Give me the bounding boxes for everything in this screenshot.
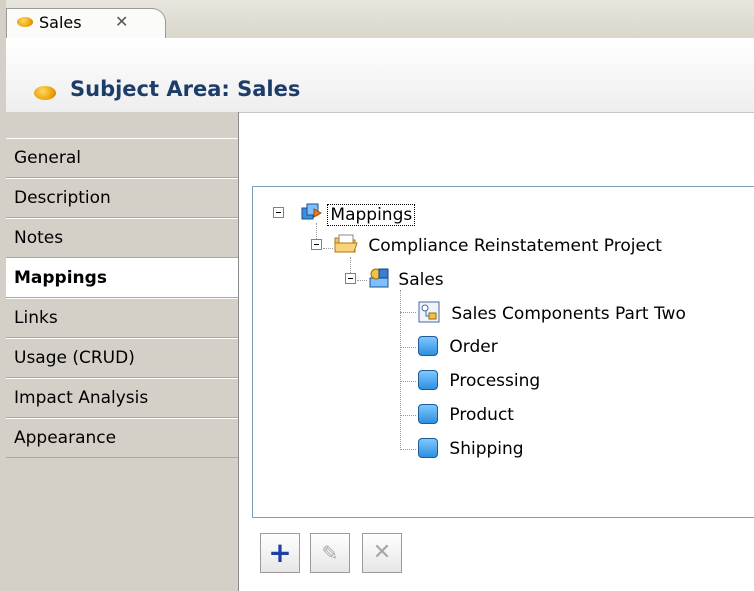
sidebar-item-appearance[interactable]: Appearance bbox=[6, 418, 238, 458]
sidebar-item-label: General bbox=[14, 148, 81, 168]
tree-node-diagram[interactable]: Sales Components Part Two bbox=[418, 301, 686, 324]
tab-sales[interactable]: Sales ✕ bbox=[6, 8, 166, 38]
close-icon[interactable]: ✕ bbox=[115, 12, 128, 31]
tree-node-label: Product bbox=[449, 405, 514, 425]
delete-button[interactable]: ✕ bbox=[362, 533, 402, 573]
tree-node-label: Compliance Reinstatement Project bbox=[368, 236, 662, 256]
tree-node-entity[interactable]: Order bbox=[418, 336, 498, 357]
tree-node-label: Processing bbox=[449, 371, 541, 391]
tree-connector bbox=[357, 280, 367, 281]
tree-connector bbox=[400, 312, 416, 313]
entity-icon bbox=[418, 336, 438, 356]
sidebar-item-notes[interactable]: Notes bbox=[6, 218, 238, 258]
sidebar-item-label: Mappings bbox=[14, 268, 107, 288]
sidebar: General Description Notes Mappings Links… bbox=[6, 112, 239, 591]
diagram-icon bbox=[418, 301, 440, 323]
collapse-icon[interactable] bbox=[273, 207, 284, 218]
tree-node-label: Sales Components Part Two bbox=[451, 304, 686, 324]
sidebar-item-usage-crud[interactable]: Usage (CRUD) bbox=[6, 338, 238, 378]
sidebar-item-general[interactable]: General bbox=[6, 138, 238, 178]
tree-node-project[interactable]: Compliance Reinstatement Project bbox=[333, 232, 662, 256]
entity-icon bbox=[418, 370, 438, 390]
entity-icon bbox=[418, 404, 438, 424]
tree-connector bbox=[400, 415, 416, 416]
delete-icon: ✕ bbox=[372, 540, 392, 565]
sidebar-item-description[interactable]: Description bbox=[6, 178, 238, 218]
tree-connector bbox=[400, 449, 416, 450]
tree-connector bbox=[323, 248, 333, 249]
tree-node-sales-model[interactable]: Sales bbox=[367, 266, 444, 290]
sidebar-item-label: Links bbox=[14, 308, 58, 328]
tree-node-label: Sales bbox=[398, 270, 444, 290]
edit-button[interactable]: ✎ bbox=[310, 533, 350, 573]
tab-label: Sales bbox=[39, 13, 82, 32]
tree-node-label: Shipping bbox=[449, 439, 524, 459]
sidebar-item-links[interactable]: Links bbox=[6, 298, 238, 338]
subject-area-icon bbox=[34, 86, 56, 100]
editor-header bbox=[6, 38, 754, 113]
tree-node-label: Mappings bbox=[327, 204, 416, 226]
tree-node-label: Order bbox=[449, 337, 498, 357]
sidebar-item-mappings[interactable]: Mappings bbox=[6, 258, 238, 298]
tree-node-entity[interactable]: Processing bbox=[418, 370, 540, 391]
mappings-tree[interactable]: Mappings Compliance Reinstatement Projec… bbox=[252, 186, 754, 518]
tree-node-entity[interactable]: Shipping bbox=[418, 438, 524, 459]
subject-area-icon bbox=[17, 17, 33, 27]
tree-connector bbox=[400, 381, 416, 382]
sidebar-item-label: Impact Analysis bbox=[14, 388, 149, 408]
entity-icon bbox=[418, 438, 438, 458]
edit-icon: ✎ bbox=[321, 541, 339, 565]
tree-connector bbox=[400, 347, 416, 348]
model-icon bbox=[369, 268, 389, 288]
add-button[interactable]: + bbox=[260, 533, 300, 573]
sidebar-item-label: Notes bbox=[14, 228, 64, 248]
collapse-icon[interactable] bbox=[345, 273, 356, 284]
folder-project-icon bbox=[334, 234, 358, 253]
tree-connector bbox=[400, 290, 401, 450]
tab-strip: Sales ✕ bbox=[6, 0, 754, 39]
mappings-icon bbox=[301, 203, 323, 220]
sidebar-item-impact-analysis[interactable]: Impact Analysis bbox=[6, 378, 238, 418]
collapse-icon[interactable] bbox=[311, 239, 322, 250]
sidebar-item-label: Description bbox=[14, 188, 111, 208]
add-icon: + bbox=[268, 536, 292, 569]
sidebar-item-label: Appearance bbox=[14, 428, 117, 448]
tree-node-entity[interactable]: Product bbox=[418, 404, 514, 425]
sidebar-list: General Description Notes Mappings Links… bbox=[6, 138, 238, 458]
sidebar-item-label: Usage (CRUD) bbox=[14, 348, 135, 368]
tree-node-mappings[interactable]: Mappings bbox=[299, 201, 416, 226]
window-frame: Sales ✕ Subject Area: Sales General Desc… bbox=[0, 0, 754, 591]
page-title: Subject Area: Sales bbox=[70, 77, 301, 101]
